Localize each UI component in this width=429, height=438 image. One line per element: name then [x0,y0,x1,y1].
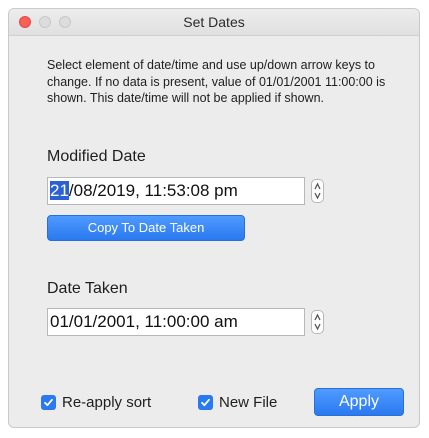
modified-date-label: Modified Date [47,148,146,165]
date-taken-stepper[interactable] [311,310,324,334]
set-dates-window: Set Dates Select element of date/time an… [8,8,420,428]
checkmark-icon [44,398,53,406]
stepper-up-icon[interactable] [314,182,321,191]
new-file-label: New File [219,393,278,411]
copy-to-date-taken-button[interactable]: Copy To Date Taken [47,215,245,241]
stepper-up-icon[interactable] [314,313,321,322]
stepper-down-icon[interactable] [314,191,321,200]
apply-button[interactable]: Apply [314,388,404,416]
date-taken-label: Date Taken [47,280,128,297]
new-file-checkbox-row[interactable]: New File [198,391,277,413]
reapply-sort-checkbox-row[interactable]: Re-apply sort [41,391,151,413]
instructions-text: Select element of date/time and use up/d… [47,58,386,105]
window-title: Set Dates [183,14,245,30]
title-bar: Set Dates [9,9,419,36]
date-taken-field[interactable]: 01/01/2001, 11:00:00 am [47,308,305,336]
reapply-sort-label: Re-apply sort [62,393,152,411]
modified-date-stepper[interactable] [311,179,324,203]
modified-date-field[interactable]: 21/08/2019, 11:53:08 pm [47,177,305,205]
stepper-down-icon[interactable] [314,322,321,331]
reapply-sort-checkbox[interactable] [41,394,56,410]
modified-date-remainder[interactable]: /08/2019, 11:53:08 pm [69,181,238,200]
day-segment-selected[interactable]: 21 [50,181,69,200]
checkmark-icon [201,398,210,406]
new-file-checkbox[interactable] [198,394,213,410]
date-taken-value[interactable]: 01/01/2001, 11:00:00 am [50,312,238,331]
